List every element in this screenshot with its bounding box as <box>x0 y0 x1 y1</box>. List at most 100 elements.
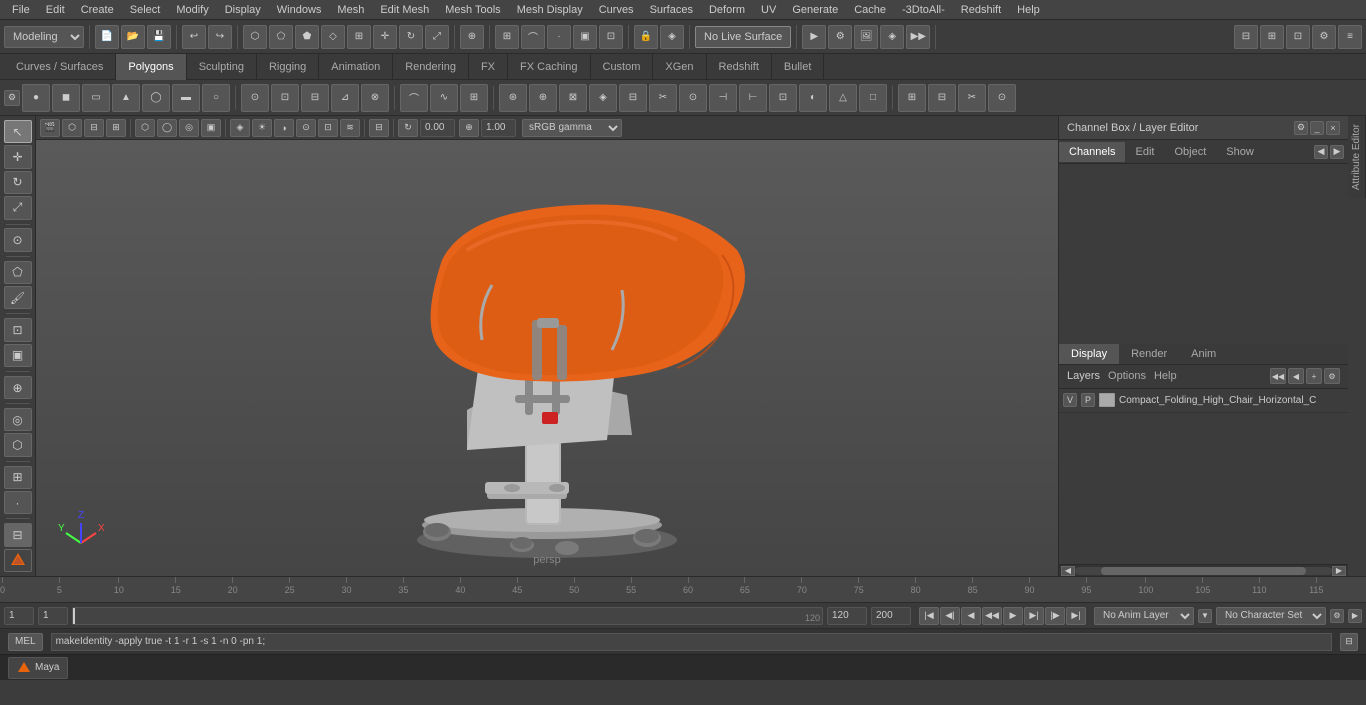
layers-scrollbar[interactable]: ◀ ▶ <box>1059 564 1348 576</box>
timeline-tick-50[interactable]: 50 <box>569 577 579 603</box>
no-live-surface-button[interactable]: No Live Surface <box>695 26 791 48</box>
layers-add-button[interactable]: + <box>1306 368 1322 384</box>
scroll-thumb[interactable] <box>1101 567 1307 575</box>
tab-custom[interactable]: Custom <box>591 54 654 80</box>
timeline-tick-40[interactable]: 40 <box>455 577 465 603</box>
timeline-tick-15[interactable]: 15 <box>171 577 181 603</box>
timeline-tick-55[interactable]: 55 <box>626 577 636 603</box>
menu-file[interactable]: File <box>4 2 38 18</box>
layer-visibility-v[interactable]: V <box>1063 393 1077 407</box>
sphere-button[interactable]: ● <box>22 84 50 112</box>
menu-edit-mesh[interactable]: Edit Mesh <box>372 2 437 18</box>
redo-button[interactable]: ↪ <box>208 25 232 49</box>
tab-animation[interactable]: Animation <box>319 54 393 80</box>
save-scene-button[interactable]: 💾 <box>147 25 171 49</box>
tab-xgen[interactable]: XGen <box>653 54 706 80</box>
subdiv-cone-button[interactable]: ⊿ <box>331 84 359 112</box>
char-set-more-icon[interactable]: ▶ <box>1348 609 1362 623</box>
menu-mesh[interactable]: Mesh <box>329 2 372 18</box>
snap-curve-button[interactable]: ⌒ <box>521 25 545 49</box>
menu-modify[interactable]: Modify <box>168 2 216 18</box>
plane-button[interactable]: ▬ <box>172 84 200 112</box>
lock-button[interactable]: 🔒 <box>634 25 658 49</box>
menu-surfaces[interactable]: Surfaces <box>642 2 701 18</box>
max-range-field[interactable]: 200 <box>871 607 911 625</box>
transform-button[interactable]: ⊞ <box>347 25 371 49</box>
vp-zoom-value[interactable]: 1.00 <box>481 119 516 137</box>
shelf-settings-icon[interactable]: ⚙ <box>4 90 20 106</box>
timeline-tick-25[interactable]: 25 <box>285 577 295 603</box>
tab-rigging[interactable]: Rigging <box>257 54 319 80</box>
unfold-button[interactable]: ⊞ <box>898 84 926 112</box>
tab-curves-surfaces[interactable]: Curves / Surfaces <box>4 54 116 80</box>
script-editor-button[interactable]: ⊟ <box>1340 633 1358 651</box>
outliner-toggle[interactable]: ≡ <box>1338 25 1362 49</box>
playback-start-field[interactable]: 1 <box>38 607 68 625</box>
timeline-tick-45[interactable]: 45 <box>512 577 522 603</box>
vp-resolution-button[interactable]: ⊟ <box>84 119 104 137</box>
gamma-selector[interactable]: sRGB gamma <box>522 119 622 137</box>
vp-motionblur-button[interactable]: ≋ <box>340 119 360 137</box>
scroll-right-button[interactable]: ▶ <box>1332 566 1346 576</box>
menu-edit[interactable]: Edit <box>38 2 73 18</box>
play-forward-button[interactable]: ▶ <box>1003 607 1023 625</box>
maya-taskbar-button[interactable]: Maya <box>8 657 68 679</box>
tab-bullet[interactable]: Bullet <box>772 54 825 80</box>
timeline-tick-95[interactable]: 95 <box>1081 577 1091 603</box>
go-end-button[interactable]: ▶| <box>1066 607 1086 625</box>
timeline-tick-10[interactable]: 10 <box>114 577 124 603</box>
vp-smooth-button[interactable]: ◯ <box>157 119 177 137</box>
torus-button[interactable]: ◯ <box>142 84 170 112</box>
viewport-canvas[interactable]: X Y Z persp <box>36 140 1058 576</box>
display-tab-render[interactable]: Render <box>1119 344 1179 364</box>
cylinder-button[interactable]: ▭ <box>82 84 110 112</box>
channel-box-toggle[interactable]: ⊞ <box>1260 25 1284 49</box>
select-tool-button[interactable]: ⬡ <box>243 25 267 49</box>
tab-fx[interactable]: FX <box>469 54 508 80</box>
timeline-tick-90[interactable]: 90 <box>1025 577 1035 603</box>
scale-mode-button[interactable]: ⤢ <box>4 196 32 219</box>
render-view-button[interactable]: 🖼 <box>854 25 878 49</box>
channel-box-minimize-icon[interactable]: _ <box>1310 121 1324 135</box>
menu-uv[interactable]: UV <box>753 2 784 18</box>
rotate-mode-button[interactable]: ↻ <box>4 171 32 194</box>
cb-tab-edit[interactable]: Edit <box>1125 142 1164 162</box>
menu-3dtaall[interactable]: -3DtoAll- <box>894 2 953 18</box>
tab-rendering[interactable]: Rendering <box>393 54 469 80</box>
snap-point-left-button[interactable]: · <box>4 491 32 514</box>
timeline[interactable]: 0510152025303540455055606570758085909510… <box>0 576 1366 602</box>
hypershade-button[interactable]: ◈ <box>880 25 904 49</box>
menu-create[interactable]: Create <box>73 2 122 18</box>
wireframe-button[interactable]: ⬡ <box>4 433 32 456</box>
timeline-tick-75[interactable]: 75 <box>854 577 864 603</box>
cut-uv-button[interactable]: ✂ <box>958 84 986 112</box>
menu-generate[interactable]: Generate <box>784 2 846 18</box>
layout-button[interactable]: ⊟ <box>928 84 956 112</box>
play-back-button[interactable]: ◀◀ <box>982 607 1002 625</box>
timeline-ruler[interactable]: 0510152025303540455055606570758085909510… <box>0 577 1366 603</box>
layers-options-menu[interactable]: Options <box>1108 370 1146 382</box>
render-seq-button[interactable]: ▶▶ <box>906 25 930 49</box>
lattice-button[interactable]: ⊞ <box>460 84 488 112</box>
vp-isolate-button[interactable]: ◈ <box>230 119 250 137</box>
ep-curve-button[interactable]: ∿ <box>430 84 458 112</box>
frame-slider-thumb[interactable] <box>73 608 75 624</box>
scroll-left-button[interactable]: ◀ <box>1061 566 1075 576</box>
triangulate-button[interactable]: △ <box>829 84 857 112</box>
display-tab-anim[interactable]: Anim <box>1179 344 1228 364</box>
menu-deform[interactable]: Deform <box>701 2 753 18</box>
vp-wireframe-button[interactable]: ⬡ <box>135 119 155 137</box>
snap-surface-button[interactable]: ▣ <box>573 25 597 49</box>
menu-redshift[interactable]: Redshift <box>953 2 1009 18</box>
menu-display[interactable]: Display <box>217 2 269 18</box>
layers-nav-prev[interactable]: ◀ <box>1288 368 1304 384</box>
multi-cut-button[interactable]: ✂ <box>649 84 677 112</box>
vp-grid-button[interactable]: ⊞ <box>106 119 126 137</box>
mel-python-toggle[interactable]: MEL <box>8 633 43 651</box>
step-forward-button[interactable]: |▶ <box>1045 607 1065 625</box>
tab-polygons[interactable]: Polygons <box>116 54 186 80</box>
timeline-tick-60[interactable]: 60 <box>683 577 693 603</box>
subdiv-sphere-button[interactable]: ⊙ <box>241 84 269 112</box>
curve-tool-button[interactable]: ⌒ <box>400 84 428 112</box>
cube-button[interactable]: ◼ <box>52 84 80 112</box>
